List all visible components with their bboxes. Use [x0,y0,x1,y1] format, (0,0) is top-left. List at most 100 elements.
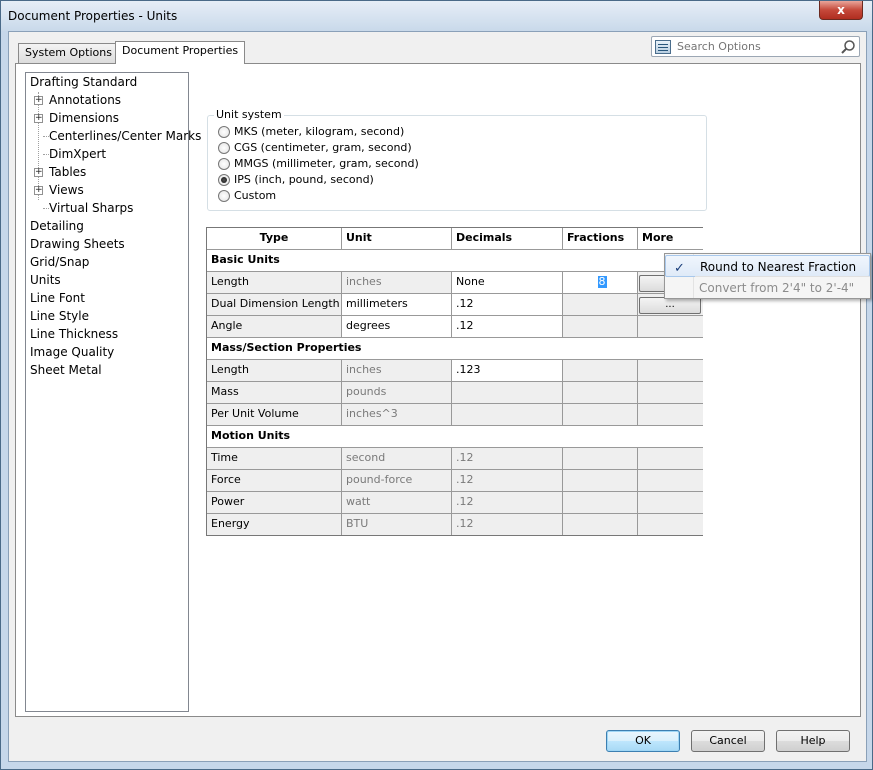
tree-item-line-style[interactable]: Line Style [30,307,89,325]
tab-document-properties[interactable]: Document Properties [115,41,246,64]
radio-button[interactable] [218,158,230,170]
row-unit[interactable]: pound-force [342,470,452,492]
tree-item-views[interactable]: Views [49,181,84,199]
row-decimals[interactable]: .12 [452,470,563,492]
row-type: Length [207,360,342,382]
radio-button[interactable] [218,190,230,202]
radio-button-selected[interactable] [218,174,230,186]
tree-item-grid-snap[interactable]: Grid/Snap [30,253,89,271]
section-motion-units: Motion Units [207,426,703,448]
row-unit[interactable]: watt [342,492,452,514]
unit-system-legend: Unit system [214,108,284,121]
row-type: Energy [207,514,342,535]
tree-item-tables[interactable]: Tables [49,163,86,181]
radio-button[interactable] [218,126,230,138]
tree-guide-line [38,92,39,200]
close-button[interactable]: x [819,1,863,20]
row-fractions [563,448,638,470]
header-fractions: Fractions [563,228,638,250]
fractions-value[interactable]: 8 [597,276,607,288]
title-bar[interactable]: Document Properties - Units x [1,1,872,31]
options-tree: Drafting Standard + Annotations + Dimens… [25,72,201,712]
section-mass-properties: Mass/Section Properties [207,338,703,360]
expand-icon[interactable]: + [34,168,43,177]
tree-item-line-thickness[interactable]: Line Thickness [30,325,118,343]
options-list-icon [655,40,671,54]
row-decimals [452,382,563,404]
search-icon[interactable] [840,39,856,55]
expand-icon[interactable]: + [34,96,43,105]
expand-icon[interactable]: + [34,186,43,195]
row-type: Mass [207,382,342,404]
row-type: Per Unit Volume [207,404,342,426]
header-decimals: Decimals [452,228,563,250]
fractions-context-menu: ✓ Round to Nearest Fraction Convert from… [664,253,871,299]
radio-label: Custom [234,189,277,202]
row-unit[interactable]: inches^3 [342,404,452,426]
tree-item-drafting-standard[interactable]: Drafting Standard [30,73,137,91]
header-more: More [638,228,703,250]
header-type: Type [207,228,342,250]
row-decimals[interactable]: .12 [452,316,563,338]
tree-item-sheet-metal[interactable]: Sheet Metal [30,361,102,379]
row-type: Dual Dimension Length [207,294,342,316]
row-decimals[interactable]: .12 [452,492,563,514]
row-unit[interactable]: BTU [342,514,452,535]
row-fractions [563,514,638,535]
menu-item-label: Round to Nearest Fraction [700,260,857,274]
row-type: Length [207,272,342,294]
cancel-button[interactable]: Cancel [691,730,765,752]
tree-item-dimxpert[interactable]: DimXpert [49,145,106,163]
row-decimals[interactable]: .12 [452,294,563,316]
more-button-dual-dimension[interactable]: ... [639,297,701,314]
radio-label: MMGS (millimeter, gram, second) [234,157,419,170]
row-unit[interactable]: inches [342,272,452,294]
menu-item-round-nearest-fraction[interactable]: ✓ Round to Nearest Fraction [665,255,870,277]
tree-item-image-quality[interactable]: Image Quality [30,343,114,361]
tree-item-units[interactable]: Units [30,271,61,289]
row-unit[interactable]: inches [342,360,452,382]
row-decimals[interactable]: None [452,272,563,294]
fractions-input[interactable]: 8 [563,272,638,294]
row-decimals[interactable]: .12 [452,448,563,470]
row-more-cell [638,492,703,514]
row-fractions [563,470,638,492]
row-decimals[interactable]: .123 [452,360,563,382]
row-more-cell [638,470,703,492]
row-unit[interactable]: degrees [342,316,452,338]
tree-item-centerlines[interactable]: Centerlines/Center Marks [49,127,201,145]
row-more-cell [638,382,703,404]
radio-button[interactable] [218,142,230,154]
row-more-cell [638,448,703,470]
menu-item-convert-feet-inches[interactable]: Convert from 2'4" to 2'-4" [665,277,870,299]
row-fractions[interactable] [563,294,638,316]
search-input[interactable] [675,39,835,54]
tab-system-options[interactable]: System Options [18,43,119,63]
row-fractions [563,492,638,514]
row-fractions [563,382,638,404]
document-properties-panel: Drafting Standard + Annotations + Dimens… [15,63,861,717]
window-title: Document Properties - Units [8,9,178,23]
ok-button[interactable]: OK [606,730,680,752]
tree-item-line-font[interactable]: Line Font [30,289,85,307]
tree-item-virtual-sharps[interactable]: Virtual Sharps [49,199,133,217]
tree-item-detailing[interactable]: Detailing [30,217,84,235]
row-type: Force [207,470,342,492]
tree-item-annotations[interactable]: Annotations [49,91,121,109]
row-type: Power [207,492,342,514]
radio-label: IPS (inch, pound, second) [234,173,374,186]
section-basic-units: Basic Units [207,250,703,272]
radio-label: MKS (meter, kilogram, second) [234,125,405,138]
units-grid: Type Unit Decimals Fractions More Basic … [206,227,703,536]
row-more-cell [638,514,703,535]
expand-icon[interactable]: + [34,114,43,123]
header-unit: Unit [342,228,452,250]
row-unit[interactable]: millimeters [342,294,452,316]
help-button[interactable]: Help [776,730,850,752]
row-unit[interactable]: pounds [342,382,452,404]
row-decimals[interactable]: .12 [452,514,563,535]
row-unit[interactable]: second [342,448,452,470]
search-box[interactable] [651,36,860,57]
tree-item-drawing-sheets[interactable]: Drawing Sheets [30,235,125,253]
tree-item-dimensions[interactable]: Dimensions [49,109,119,127]
